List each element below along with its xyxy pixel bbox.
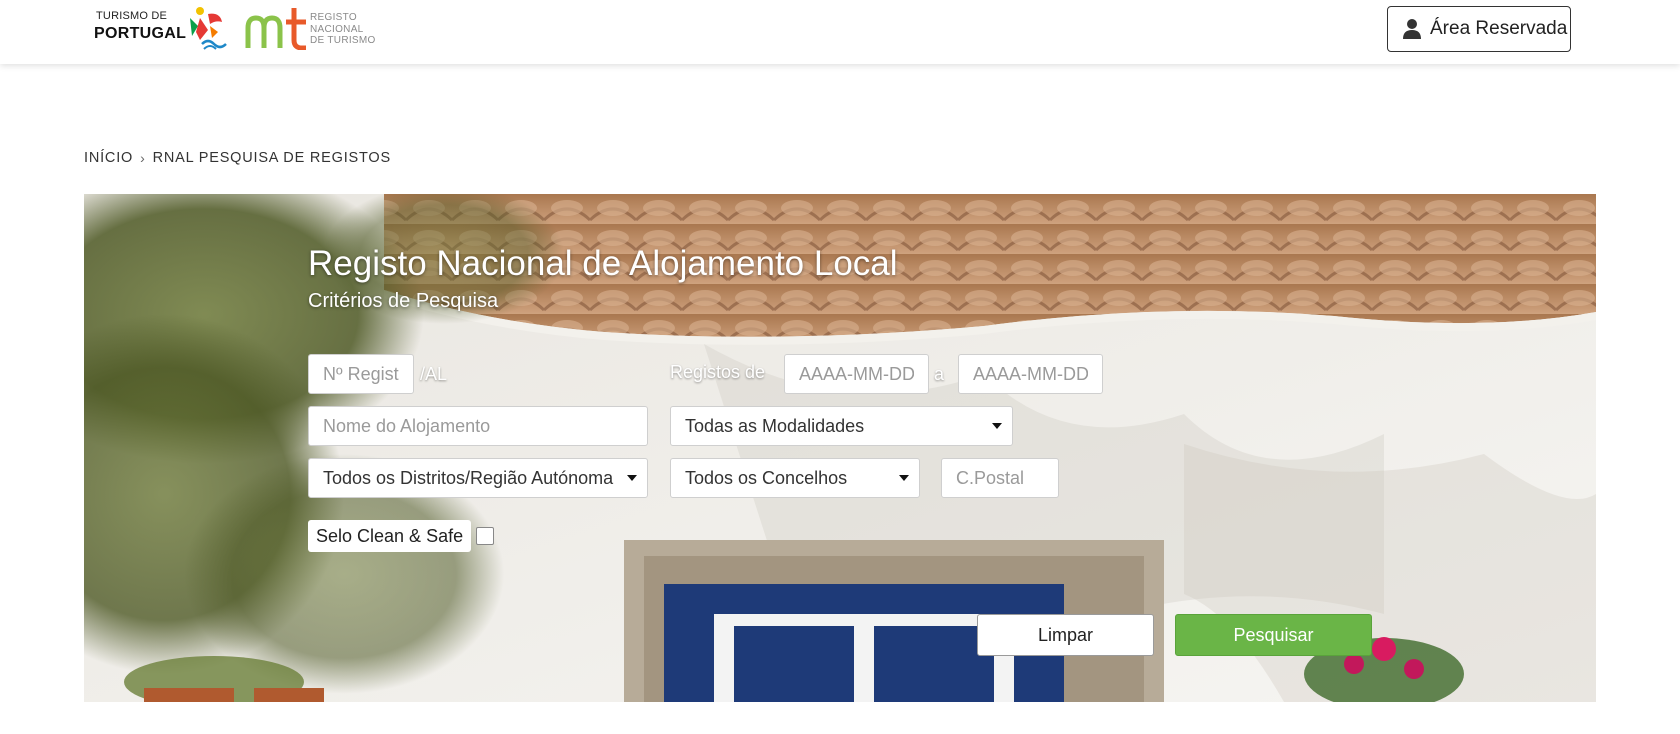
chevron-right-icon: › xyxy=(140,150,146,166)
registo-suffix-label: /AL xyxy=(420,364,448,384)
caret-down-icon xyxy=(992,423,1002,429)
breadcrumb-home-link[interactable]: INÍCIO xyxy=(84,150,133,166)
page-subtitle: Critérios de Pesquisa xyxy=(308,290,499,312)
rnt-line-1: REGISTO xyxy=(310,12,357,23)
date-to-input[interactable] xyxy=(958,354,1103,394)
page-title: Registo Nacional de Alojamento Local xyxy=(308,244,898,283)
clean-safe-label: Selo Clean & Safe xyxy=(308,520,472,552)
area-reservada-label: Área Reservada xyxy=(1430,18,1568,39)
hero-search-panel: Registo Nacional de Alojamento Local Cri… xyxy=(84,194,1596,702)
caret-down-icon xyxy=(899,475,909,481)
pesquisar-button[interactable]: Pesquisar xyxy=(1175,614,1372,656)
distritos-value: Todos os Distritos/Região Autónoma xyxy=(323,467,614,488)
area-reservada-button[interactable]: Área Reservada xyxy=(1387,6,1571,52)
numero-registo-input[interactable] xyxy=(308,354,414,394)
user-icon xyxy=(1403,19,1421,39)
modalidades-value: Todas as Modalidades xyxy=(685,415,865,436)
codigo-postal-input[interactable] xyxy=(941,458,1059,498)
registos-de-label: Registos de xyxy=(670,362,766,382)
breadcrumb: INÍCIO › RNAL PESQUISA DE REGISTOS xyxy=(84,150,391,166)
site-header: TURISMO DE PORTUGAL REGISTO NACIONAL DE … xyxy=(0,0,1680,64)
date-from-input[interactable] xyxy=(784,354,929,394)
limpar-button[interactable]: Limpar xyxy=(977,614,1154,656)
logo-text-top: TURISMO DE xyxy=(96,10,168,22)
rnt-line-3: DE TURISMO xyxy=(310,35,376,46)
concelhos-value: Todos os Concelhos xyxy=(685,467,848,488)
date-separator-label: a xyxy=(934,364,945,384)
rnt-logo[interactable]: REGISTO NACIONAL DE TURISMO xyxy=(244,6,384,52)
modalidades-select[interactable]: Todas as Modalidades xyxy=(670,406,1013,446)
rnt-line-2: NACIONAL xyxy=(310,23,364,35)
clean-safe-checkbox[interactable] xyxy=(476,527,494,545)
portugal-flower-icon xyxy=(190,7,227,50)
distritos-select[interactable]: Todos os Distritos/Região Autónoma xyxy=(308,458,648,498)
concelhos-select[interactable]: Todos os Concelhos xyxy=(670,458,920,498)
rnt-logo-text: REGISTO NACIONAL DE TURISMO xyxy=(310,12,376,47)
logo-text-bottom: PORTUGAL xyxy=(94,25,187,42)
nome-alojamento-input[interactable] xyxy=(308,406,648,446)
breadcrumb-current: RNAL PESQUISA DE REGISTOS xyxy=(152,150,391,166)
rnt-mark-icon xyxy=(245,8,306,50)
turismo-de-portugal-logo[interactable]: TURISMO DE PORTUGAL xyxy=(94,7,228,54)
caret-down-icon xyxy=(627,475,637,481)
